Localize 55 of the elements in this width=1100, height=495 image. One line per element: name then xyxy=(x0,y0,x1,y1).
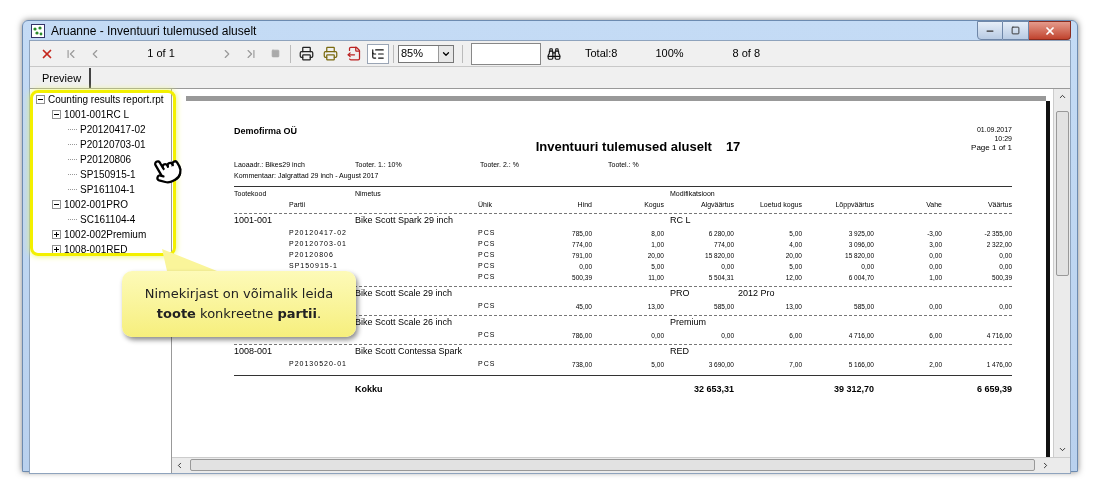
search-field[interactable] xyxy=(471,42,541,65)
tree-item[interactable]: P20120417-02 xyxy=(80,123,146,136)
modification: PRO xyxy=(670,288,690,299)
collapse-icon[interactable] xyxy=(36,95,45,104)
tree-item[interactable]: 1002-002Premium xyxy=(64,228,147,241)
close-icon xyxy=(1043,24,1056,37)
zoom-percent: 100% xyxy=(655,46,684,62)
tree-item[interactable]: 1002-001PRO xyxy=(64,198,128,211)
tree-item[interactable]: P20120703-01 xyxy=(80,138,146,151)
collapse-icon[interactable] xyxy=(52,200,61,209)
tree-item[interactable]: P20120806 xyxy=(80,153,132,166)
report-number: 17 xyxy=(725,138,741,156)
product-name: Bike Scott Scale 26 inch xyxy=(355,317,453,328)
tree-item[interactable]: SP161104-1 xyxy=(80,183,135,196)
collapse-icon[interactable] xyxy=(52,110,61,119)
callout-tail xyxy=(162,249,218,271)
total-value: 32 653,31 xyxy=(692,383,734,396)
expand-icon[interactable] xyxy=(52,230,61,239)
product-name: Bike Scott Contessa Spark xyxy=(355,346,463,357)
zoom-select[interactable]: 85% xyxy=(398,44,454,63)
product-name: Bike Scott Spark 29 inch xyxy=(355,215,454,226)
modification: RED xyxy=(670,346,689,357)
tree-item[interactable]: SP150915-1 xyxy=(80,168,136,181)
callout-text: Nimekirjast on võimalik leida toote konkreetne partii. xyxy=(143,285,335,323)
modification: 2012 Pro xyxy=(738,287,775,301)
company-name: Demofirma OÜ xyxy=(234,125,297,138)
modification: Premium xyxy=(670,317,706,328)
close-button[interactable] xyxy=(1029,21,1071,40)
scroll-right-icon[interactable] xyxy=(1041,460,1050,470)
total-label: Kokku xyxy=(355,383,384,396)
maximize-icon xyxy=(1011,26,1020,35)
vertical-scrollbar[interactable] xyxy=(1053,89,1070,457)
tree-item[interactable]: 1001-001RC L xyxy=(64,108,130,121)
maximize-button[interactable] xyxy=(1003,21,1029,40)
product-code: 1001-001 xyxy=(234,215,273,226)
page-indicator: 1 of 1 xyxy=(146,46,176,62)
total-value: 39 312,70 xyxy=(832,383,874,396)
match-count: 8 of 8 xyxy=(732,46,761,62)
product-name: Bike Scott Scale 29 inch xyxy=(355,288,453,299)
tree-item[interactable]: 1008-001RED xyxy=(64,243,128,256)
scroll-up-icon[interactable] xyxy=(1057,92,1067,101)
expand-icon[interactable] xyxy=(52,245,61,254)
tree-item[interactable]: SC161104-4 xyxy=(80,213,136,226)
tree-item[interactable]: Counting results report.rpt xyxy=(48,93,164,106)
app-icon xyxy=(31,23,45,38)
total-count: Total:8 xyxy=(585,46,618,62)
modification: RC L xyxy=(670,215,691,226)
page-number: Page 1 of 1 xyxy=(971,143,1012,153)
report-title: Inventuuri tulemused aluselt xyxy=(535,138,712,156)
minimize-button[interactable] xyxy=(977,21,1003,40)
total-value: 6 659,39 xyxy=(975,383,1012,396)
scroll-left-icon[interactable] xyxy=(175,460,184,470)
tree-toggle-icon[interactable] xyxy=(367,43,389,64)
product-code: 1008-001 xyxy=(234,346,273,357)
window-title: Aruanne - Inventuuri tulemused aluselt xyxy=(51,22,257,40)
